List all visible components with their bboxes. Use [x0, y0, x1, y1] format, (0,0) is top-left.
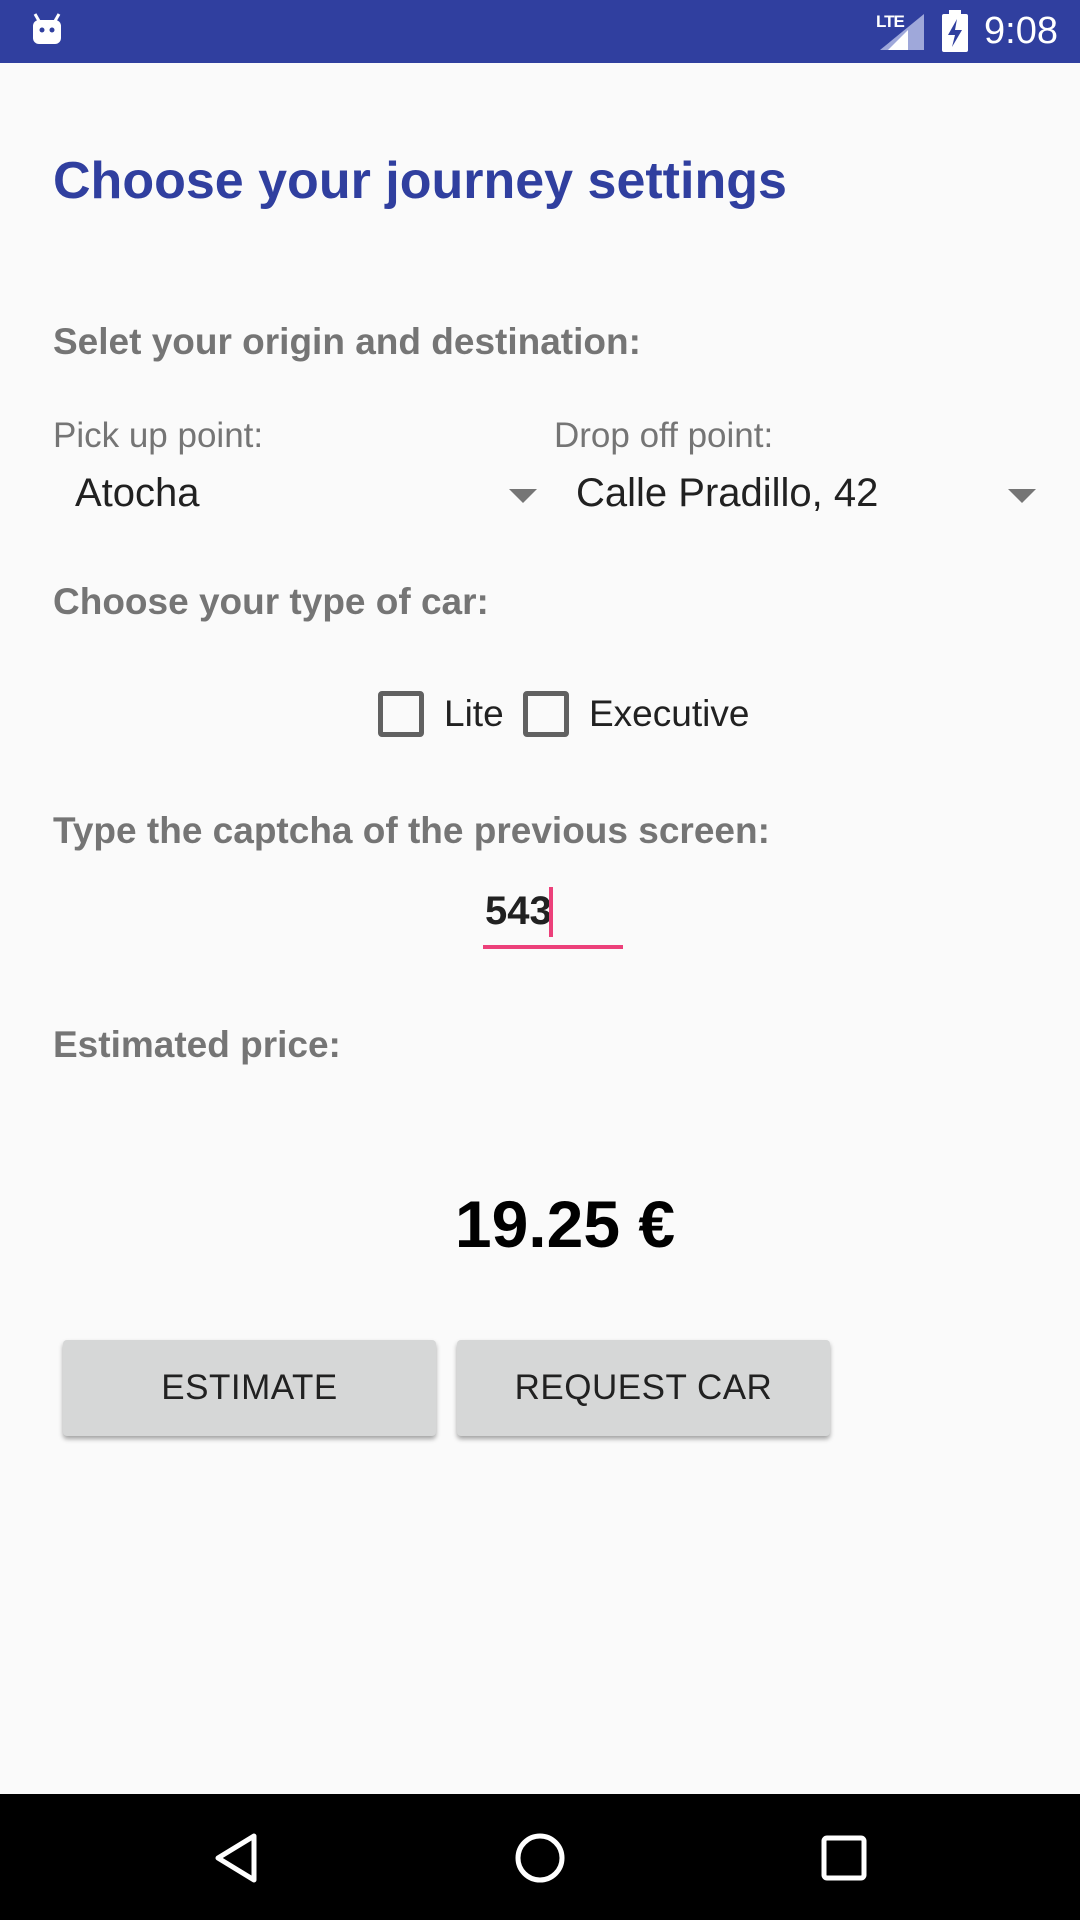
status-bar: LTE 9:08 — [0, 0, 1080, 63]
main-content: Choose your journey settings Selet your … — [0, 63, 1080, 1794]
pickup-spinner[interactable]: Atocha — [53, 463, 543, 533]
dropoff-label: Drop off point: — [554, 416, 774, 455]
back-icon[interactable] — [210, 1830, 266, 1886]
origin-destination-heading: Selet your origin and destination: — [53, 321, 641, 362]
lite-checkbox[interactable] — [378, 691, 424, 737]
clock: 9:08 — [984, 10, 1058, 52]
dropdown-arrow-icon — [509, 489, 537, 503]
cell-signal-icon — [880, 14, 924, 50]
pickup-value: Atocha — [75, 471, 200, 515]
battery-charging-icon — [942, 10, 968, 52]
car-type-heading: Choose your type of car: — [53, 581, 489, 622]
estimated-price-value: 19.25 € — [454, 1187, 676, 1261]
navigation-bar — [0, 1794, 1080, 1920]
executive-checkbox[interactable] — [523, 691, 569, 737]
captcha-input[interactable]: 543 — [483, 883, 623, 953]
android-debug-icon — [33, 13, 61, 44]
pickup-label: Pick up point: — [53, 416, 264, 455]
estimated-price-heading: Estimated price: — [53, 1024, 341, 1065]
estimate-button[interactable]: ESTIMATE — [63, 1340, 436, 1436]
request-car-button[interactable]: REQUEST CAR — [457, 1340, 830, 1436]
lite-label[interactable]: Lite — [444, 693, 504, 735]
page-title: Choose your journey settings — [53, 152, 787, 210]
text-cursor — [549, 887, 553, 937]
input-underline — [483, 945, 623, 949]
dropoff-value: Calle Pradillo, 42 — [576, 471, 879, 515]
executive-label[interactable]: Executive — [589, 693, 749, 735]
dropdown-arrow-icon — [1008, 489, 1036, 503]
dropoff-spinner[interactable]: Calle Pradillo, 42 — [554, 463, 1044, 533]
recents-icon[interactable] — [816, 1830, 872, 1886]
captcha-value: 543 — [485, 889, 552, 933]
captcha-heading: Type the captcha of the previous screen: — [53, 810, 770, 851]
home-icon[interactable] — [512, 1830, 568, 1886]
